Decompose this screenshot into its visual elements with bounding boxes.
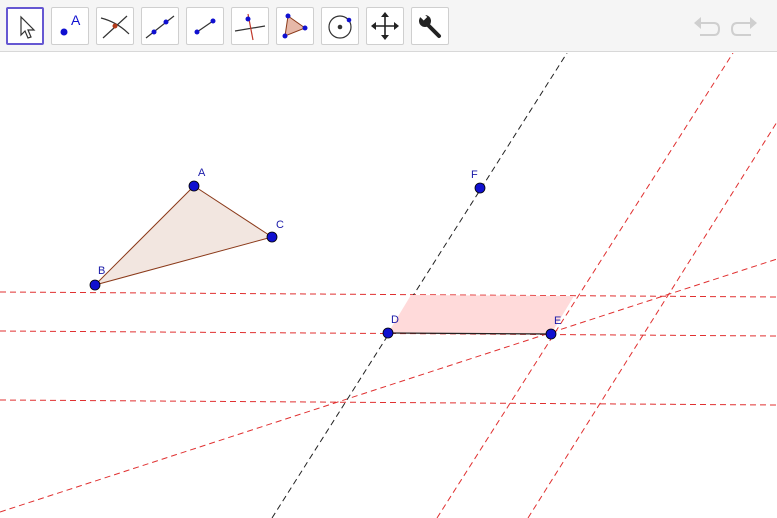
label-b: B — [98, 265, 105, 277]
segment-tool[interactable] — [186, 7, 224, 45]
polygon-icon — [282, 13, 308, 39]
label-f: F — [471, 169, 478, 181]
parallelogram[interactable] — [388, 295, 574, 334]
wrench-icon — [418, 12, 441, 38]
move-arrows-icon — [371, 12, 399, 40]
redo-button[interactable] — [729, 12, 759, 40]
move-tool[interactable] — [6, 7, 44, 45]
point-a[interactable] — [188, 180, 200, 192]
circle-center-point-icon — [328, 15, 352, 39]
perpendicular-line-icon — [234, 13, 266, 41]
dashed-line-1[interactable] — [0, 291, 777, 298]
intersect-tool[interactable] — [96, 7, 134, 45]
dashed-line-4[interactable] — [0, 258, 777, 513]
line-through-points-icon — [145, 15, 175, 39]
segment-icon — [194, 18, 216, 35]
polygon-tool[interactable] — [276, 7, 314, 45]
tools-tool[interactable] — [411, 7, 449, 45]
undo-icon — [694, 17, 721, 36]
point-tool[interactable]: A — [51, 7, 89, 45]
label-a: A — [198, 167, 206, 179]
line-tool[interactable] — [141, 7, 179, 45]
redo-icon — [730, 17, 757, 36]
perpendicular-tool[interactable] — [231, 7, 269, 45]
line-df[interactable] — [271, 53, 568, 518]
point-c[interactable] — [266, 231, 278, 243]
undo-button[interactable] — [692, 12, 722, 40]
triangle-abc[interactable] — [93, 185, 274, 286]
toolbar: A — [0, 0, 777, 52]
graphics-view[interactable]: A B C D E F — [0, 53, 777, 518]
point-f[interactable] — [474, 182, 486, 194]
point-e[interactable] — [545, 328, 557, 340]
label-c: C — [276, 219, 284, 231]
dashed-line-6[interactable] — [527, 121, 777, 518]
point-b[interactable] — [89, 279, 101, 291]
intersect-icon — [100, 15, 130, 39]
label-d: D — [391, 314, 399, 326]
parallel-lines — [0, 53, 777, 518]
point-icon: A — [60, 12, 81, 36]
circle-tool[interactable] — [321, 7, 359, 45]
label-e: E — [554, 315, 561, 327]
dashed-line-3[interactable] — [0, 399, 777, 406]
point-d[interactable] — [382, 327, 394, 339]
dashed-line-5[interactable] — [436, 53, 734, 518]
cursor-arrow-icon — [20, 15, 36, 39]
move-view-tool[interactable] — [366, 7, 404, 45]
point-tool-glyph: A — [71, 12, 81, 28]
